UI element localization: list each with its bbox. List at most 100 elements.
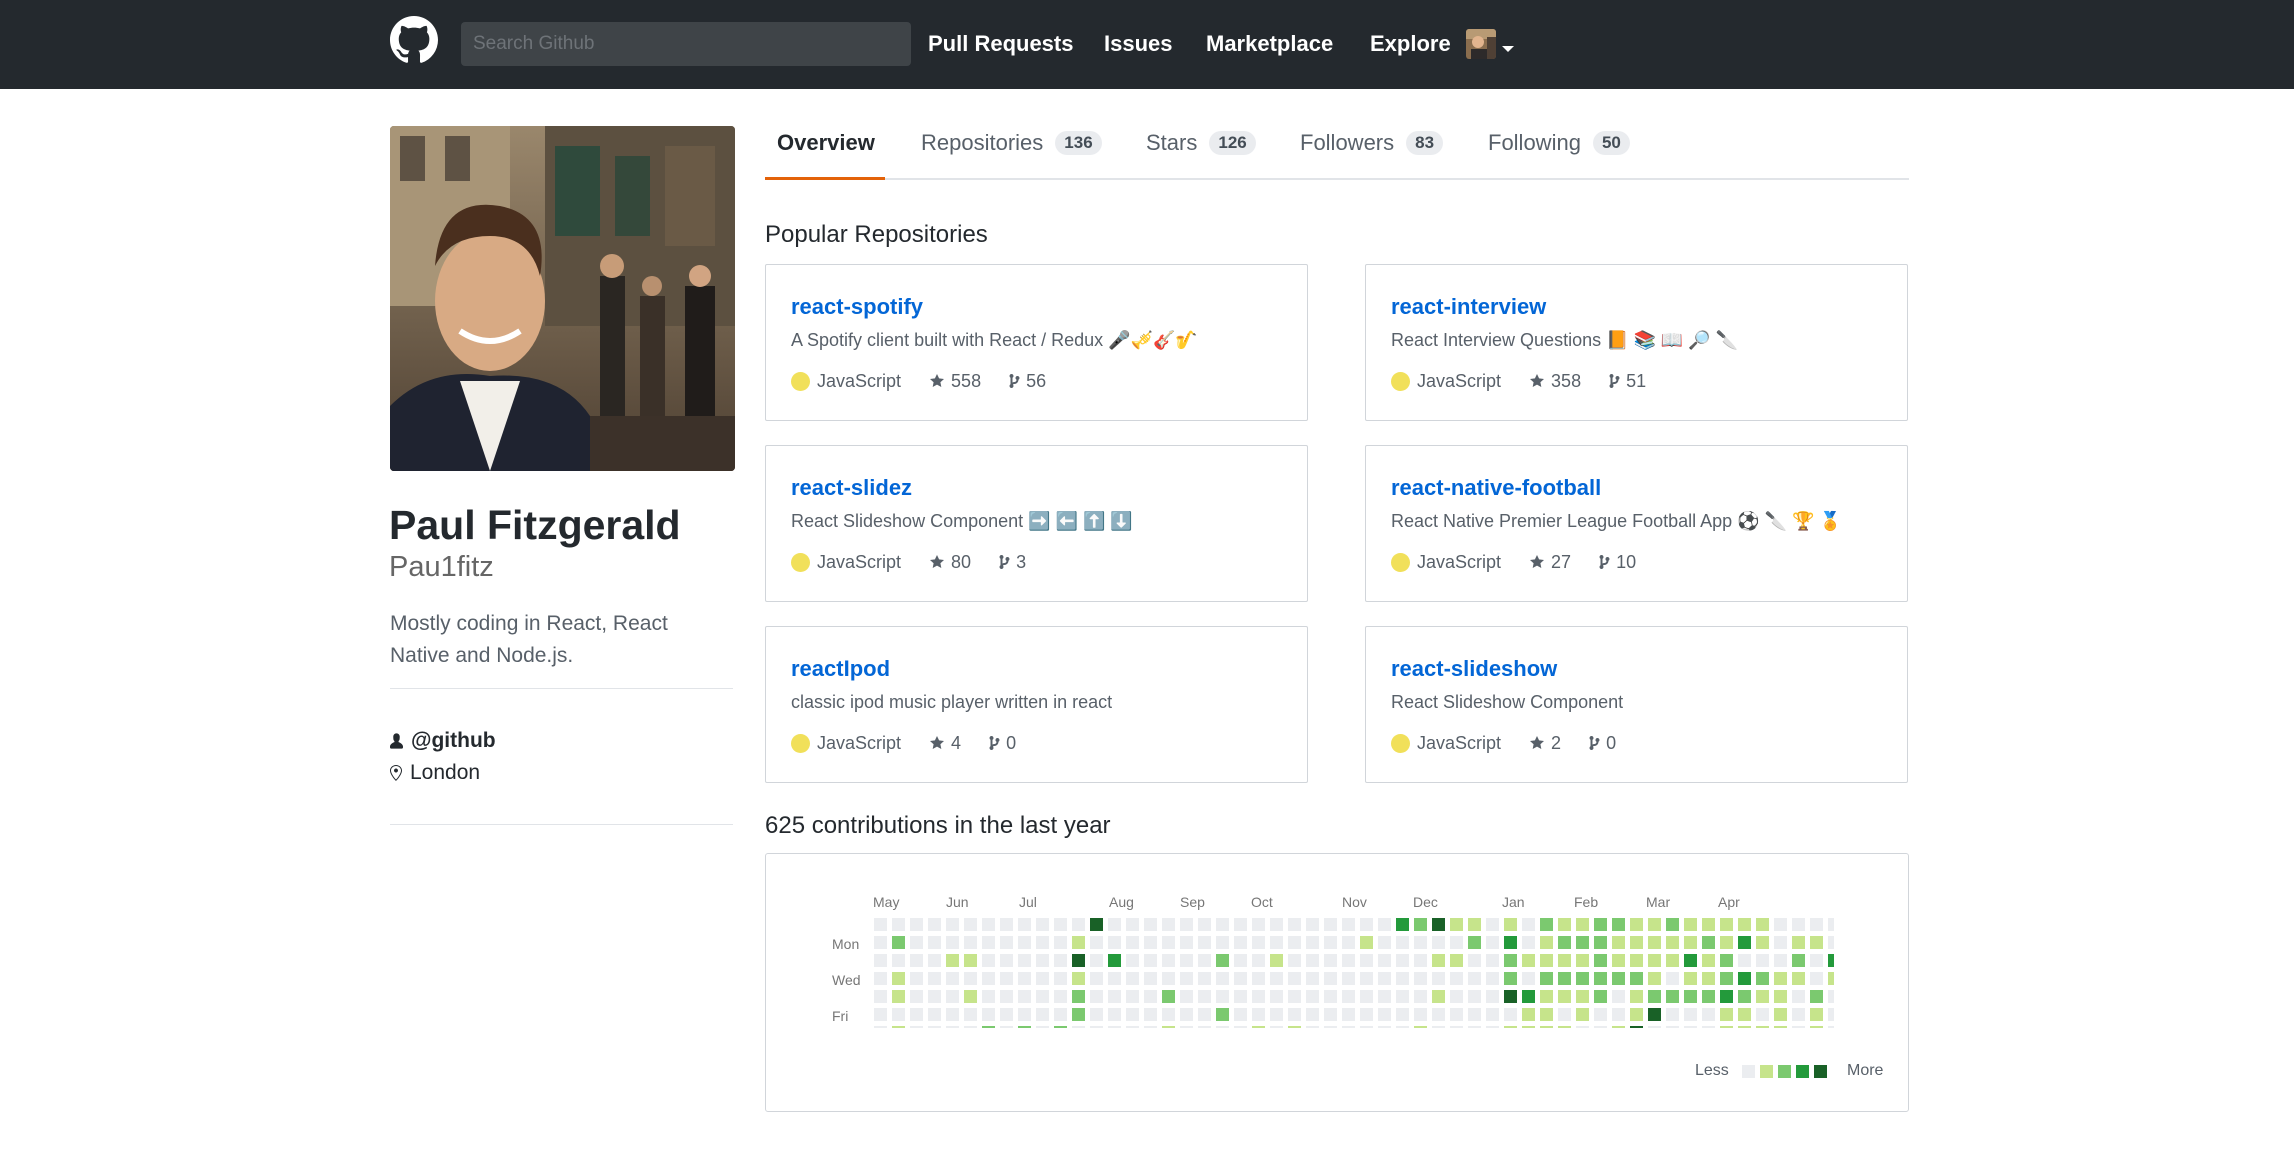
- contribution-day[interactable]: [1558, 1026, 1571, 1028]
- contribution-day[interactable]: [1702, 972, 1715, 985]
- repo-stars[interactable]: 80: [929, 550, 971, 574]
- contribution-day[interactable]: [1504, 954, 1517, 967]
- contribution-day[interactable]: [1342, 1026, 1355, 1028]
- contribution-day[interactable]: [892, 972, 905, 985]
- contribution-day[interactable]: [1828, 972, 1834, 985]
- contribution-day[interactable]: [1648, 936, 1661, 949]
- contribution-day[interactable]: [1756, 918, 1769, 931]
- contribution-day[interactable]: [1036, 918, 1049, 931]
- contribution-day[interactable]: [1828, 1026, 1834, 1028]
- contribution-day[interactable]: [1018, 954, 1031, 967]
- contribution-day[interactable]: [1234, 972, 1247, 985]
- contribution-day[interactable]: [1036, 954, 1049, 967]
- contribution-day[interactable]: [1774, 1026, 1787, 1028]
- contribution-day[interactable]: [1054, 972, 1067, 985]
- contribution-day[interactable]: [1504, 1026, 1517, 1028]
- contribution-day[interactable]: [1018, 1008, 1031, 1021]
- contribution-day[interactable]: [1648, 990, 1661, 1003]
- contribution-day[interactable]: [1702, 954, 1715, 967]
- contribution-day[interactable]: [1630, 954, 1643, 967]
- contribution-day[interactable]: [1360, 954, 1373, 967]
- contribution-day[interactable]: [1198, 972, 1211, 985]
- contribution-day[interactable]: [1684, 972, 1697, 985]
- contribution-day[interactable]: [946, 1026, 959, 1028]
- contribution-day[interactable]: [910, 972, 923, 985]
- contribution-day[interactable]: [1630, 972, 1643, 985]
- contribution-day[interactable]: [1450, 936, 1463, 949]
- contribution-day[interactable]: [1432, 1008, 1445, 1021]
- contribution-day[interactable]: [1270, 918, 1283, 931]
- contribution-day[interactable]: [1522, 936, 1535, 949]
- contribution-day[interactable]: [1270, 1026, 1283, 1028]
- contribution-day[interactable]: [1306, 1026, 1319, 1028]
- contribution-day[interactable]: [1720, 936, 1733, 949]
- contribution-day[interactable]: [1108, 990, 1121, 1003]
- contribution-day[interactable]: [1684, 936, 1697, 949]
- contribution-day[interactable]: [1108, 918, 1121, 931]
- contribution-day[interactable]: [1810, 1026, 1823, 1028]
- contribution-day[interactable]: [1684, 1008, 1697, 1021]
- contribution-day[interactable]: [1792, 990, 1805, 1003]
- contribution-day[interactable]: [1540, 972, 1553, 985]
- contribution-day[interactable]: [874, 990, 887, 1003]
- contribution-day[interactable]: [874, 918, 887, 931]
- contribution-day[interactable]: [1360, 1026, 1373, 1028]
- contribution-day[interactable]: [1234, 936, 1247, 949]
- contribution-day[interactable]: [1486, 972, 1499, 985]
- contribution-day[interactable]: [1720, 1008, 1733, 1021]
- contribution-day[interactable]: [1576, 954, 1589, 967]
- contribution-day[interactable]: [1540, 1008, 1553, 1021]
- contribution-day[interactable]: [892, 1008, 905, 1021]
- contribution-day[interactable]: [982, 972, 995, 985]
- contribution-day[interactable]: [1288, 972, 1301, 985]
- contribution-day[interactable]: [1594, 972, 1607, 985]
- contribution-day[interactable]: [1360, 990, 1373, 1003]
- contribution-day[interactable]: [1018, 990, 1031, 1003]
- contribution-day[interactable]: [1576, 990, 1589, 1003]
- contribution-day[interactable]: [1198, 954, 1211, 967]
- contribution-day[interactable]: [1378, 936, 1391, 949]
- contribution-day[interactable]: [910, 954, 923, 967]
- contribution-day[interactable]: [1144, 990, 1157, 1003]
- contribution-day[interactable]: [1648, 1026, 1661, 1028]
- contribution-day[interactable]: [1468, 1026, 1481, 1028]
- contribution-day[interactable]: [1360, 918, 1373, 931]
- repo-name-link[interactable]: react-native-football: [1391, 474, 1601, 502]
- contribution-day[interactable]: [1396, 972, 1409, 985]
- contribution-day[interactable]: [1648, 1008, 1661, 1021]
- contribution-day[interactable]: [928, 918, 941, 931]
- contribution-day[interactable]: [1090, 918, 1103, 931]
- contribution-day[interactable]: [1792, 918, 1805, 931]
- contribution-day[interactable]: [1000, 990, 1013, 1003]
- contribution-day[interactable]: [1252, 954, 1265, 967]
- contribution-day[interactable]: [1522, 990, 1535, 1003]
- contribution-day[interactable]: [1594, 1008, 1607, 1021]
- contribution-day[interactable]: [1180, 918, 1193, 931]
- contribution-day[interactable]: [1306, 1008, 1319, 1021]
- repo-forks[interactable]: 0: [1589, 731, 1616, 755]
- contribution-day[interactable]: [1504, 972, 1517, 985]
- contribution-day[interactable]: [1792, 954, 1805, 967]
- contribution-day[interactable]: [1144, 1026, 1157, 1028]
- contribution-day[interactable]: [1324, 972, 1337, 985]
- contribution-day[interactable]: [1288, 1008, 1301, 1021]
- contribution-day[interactable]: [946, 954, 959, 967]
- contribution-day[interactable]: [1324, 990, 1337, 1003]
- contribution-day[interactable]: [1414, 954, 1427, 967]
- contribution-day[interactable]: [1612, 954, 1625, 967]
- contribution-day[interactable]: [1180, 936, 1193, 949]
- contribution-day[interactable]: [1000, 954, 1013, 967]
- contribution-day[interactable]: [1504, 1008, 1517, 1021]
- contribution-day[interactable]: [1378, 990, 1391, 1003]
- contribution-day[interactable]: [1450, 990, 1463, 1003]
- contribution-day[interactable]: [1036, 1008, 1049, 1021]
- user-avatar-menu[interactable]: [1466, 29, 1496, 59]
- contribution-day[interactable]: [1738, 1008, 1751, 1021]
- contribution-day[interactable]: [1450, 1026, 1463, 1028]
- contribution-day[interactable]: [892, 954, 905, 967]
- contribution-day[interactable]: [928, 954, 941, 967]
- contribution-day[interactable]: [1234, 954, 1247, 967]
- contribution-day[interactable]: [928, 990, 941, 1003]
- contribution-day[interactable]: [1540, 954, 1553, 967]
- chevron-down-icon[interactable]: [1502, 46, 1514, 52]
